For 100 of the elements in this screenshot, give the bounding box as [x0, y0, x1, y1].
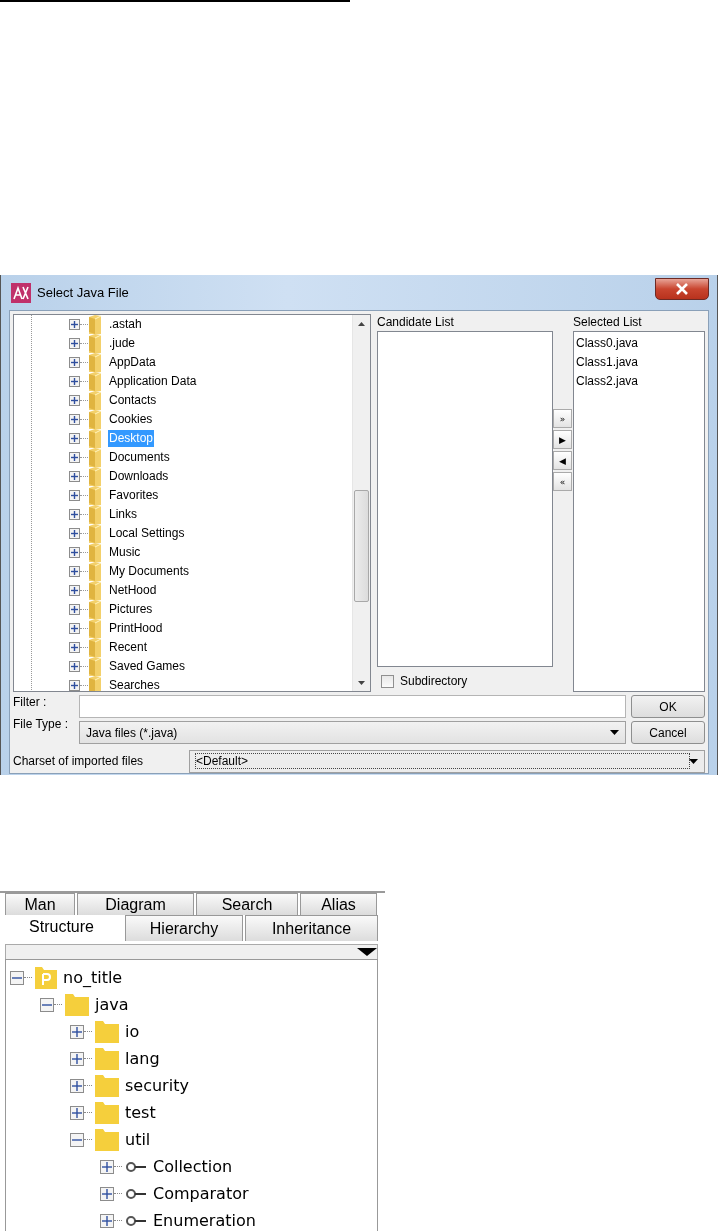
expand-icon[interactable]: [100, 1186, 114, 1201]
cancel-button[interactable]: Cancel: [631, 721, 705, 744]
tree-item[interactable]: Saved Games: [108, 658, 187, 675]
expand-icon[interactable]: [69, 433, 80, 444]
scrollbar-thumb[interactable]: [354, 490, 369, 602]
tree-item[interactable]: Pictures: [108, 601, 154, 618]
tree-item[interactable]: AppData: [108, 354, 157, 371]
selected-list[interactable]: Class0.java Class1.java Class2.java: [573, 331, 705, 692]
transfer-button[interactable]: »: [553, 409, 572, 428]
tab[interactable]: Hierarchy: [125, 915, 243, 941]
interface-icon: [125, 1187, 147, 1200]
checkbox[interactable]: [381, 674, 394, 688]
tree-item[interactable]: My Documents: [108, 563, 191, 580]
expand-icon[interactable]: [70, 1051, 84, 1066]
tree-item[interactable]: Enumeration: [153, 1211, 256, 1230]
tree-item[interactable]: Links: [108, 506, 138, 523]
list-label: Selected List: [573, 314, 643, 331]
expand-icon[interactable]: [69, 585, 80, 596]
tree-item[interactable]: .astah: [108, 316, 143, 333]
expand-icon[interactable]: [69, 319, 80, 330]
expand-icon[interactable]: [69, 604, 80, 615]
checkbox-label: Subdirectory: [400, 674, 468, 688]
interface-icon: [125, 1160, 147, 1173]
folder-icon: [88, 353, 102, 372]
interface-icon: [125, 1214, 147, 1227]
expand-icon[interactable]: [69, 414, 80, 425]
folder-icon: [88, 657, 102, 676]
tree-item[interactable]: NetHood: [108, 582, 158, 599]
folder-icon: [88, 391, 102, 410]
expand-icon[interactable]: [69, 357, 80, 368]
file-type-dropdown[interactable]: Java files (*.java): [79, 721, 626, 744]
expand-icon[interactable]: [69, 452, 80, 463]
folder-icon: [95, 1047, 119, 1070]
transfer-button[interactable]: «: [553, 472, 572, 491]
expand-icon[interactable]: [69, 661, 80, 672]
expand-icon[interactable]: [69, 471, 80, 482]
close-button[interactable]: [655, 277, 709, 300]
expand-icon[interactable]: [69, 376, 80, 387]
tree-item[interactable]: Documents: [108, 449, 171, 466]
expand-icon[interactable]: [69, 528, 80, 539]
app-logo-icon: [11, 282, 31, 303]
folder-icon: [88, 524, 102, 543]
transfer-button[interactable]: ◀: [553, 451, 572, 470]
folder-icon: [88, 448, 102, 467]
collapse-icon[interactable]: [70, 1132, 84, 1147]
collapse-icon[interactable]: [40, 997, 54, 1012]
expand-icon[interactable]: [69, 509, 80, 520]
expand-icon[interactable]: [69, 642, 80, 653]
charset-dropdown[interactable]: <Default>: [189, 749, 705, 773]
tree-item[interactable]: PrintHood: [108, 620, 164, 637]
tree-item[interactable]: Comparator: [153, 1184, 249, 1203]
tree-item[interactable]: Local Settings: [108, 525, 186, 542]
tab[interactable]: Inheritance: [245, 915, 378, 941]
transfer-button[interactable]: ▶: [553, 430, 572, 449]
tree-item[interactable]: lang: [125, 1049, 160, 1068]
expand-icon[interactable]: [69, 338, 80, 349]
tab[interactable]: Man: [5, 893, 75, 915]
expand-icon[interactable]: [69, 623, 80, 634]
folder-icon: [88, 334, 102, 353]
folder-icon: [88, 372, 102, 391]
project-folder-icon: [35, 966, 57, 989]
tree-item[interactable]: io: [125, 1022, 140, 1041]
tree-item[interactable]: Collection: [153, 1157, 233, 1176]
expand-icon[interactable]: [69, 490, 80, 501]
expand-icon[interactable]: [100, 1213, 114, 1228]
tree-item[interactable]: java: [95, 995, 129, 1014]
expand-icon[interactable]: [69, 680, 80, 691]
list-item[interactable]: Class1.java: [576, 353, 702, 372]
folder-icon: [95, 1020, 119, 1043]
expand-icon[interactable]: [70, 1078, 84, 1093]
tab[interactable]: Alias: [300, 893, 377, 915]
list-item[interactable]: Class2.java: [576, 372, 702, 391]
expand-icon[interactable]: [100, 1159, 114, 1174]
tab[interactable]: Search: [196, 893, 298, 915]
scroll-down-icon[interactable]: [358, 680, 365, 685]
tree-item[interactable]: Recent: [108, 639, 149, 656]
expand-icon[interactable]: [69, 395, 80, 406]
expand-icon[interactable]: [69, 547, 80, 558]
tree-item[interactable]: Music: [108, 544, 142, 561]
tree-item[interactable]: no_title: [63, 968, 123, 987]
tree-item[interactable]: util: [125, 1130, 151, 1149]
tree-item[interactable]: Application Data: [108, 373, 198, 390]
tree-item[interactable]: Downloads: [108, 468, 170, 485]
list-item[interactable]: Class0.java: [576, 334, 702, 353]
tree-item[interactable]: Favorites: [108, 487, 160, 504]
filter-field[interactable]: [79, 695, 626, 718]
scroll-up-icon[interactable]: [358, 321, 365, 326]
tree-item[interactable]: Cookies: [108, 411, 154, 428]
tree-item[interactable]: .jude: [108, 335, 137, 352]
tree-item[interactable]: test: [125, 1103, 156, 1122]
ok-button[interactable]: OK: [631, 695, 705, 718]
field-label: File Type :: [13, 717, 70, 731]
tab[interactable]: Diagram: [77, 893, 194, 915]
tree-item[interactable]: Contacts: [108, 392, 158, 409]
tree-item[interactable]: Searches: [108, 677, 161, 691]
expand-icon[interactable]: [69, 566, 80, 577]
expand-icon[interactable]: [70, 1024, 84, 1039]
expand-icon[interactable]: [70, 1105, 84, 1120]
tree-item[interactable]: security: [125, 1076, 189, 1095]
collapse-icon[interactable]: [10, 970, 24, 985]
